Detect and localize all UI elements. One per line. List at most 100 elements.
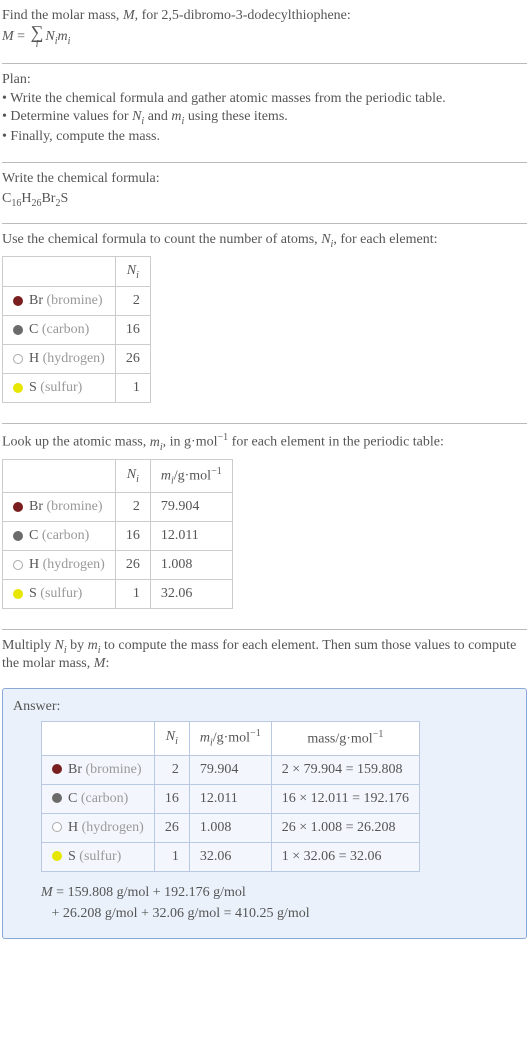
element-symbol: Br [68, 762, 82, 777]
table-row: Br (bromine)279.904 [3, 493, 233, 522]
cell-m: 1.008 [189, 813, 271, 842]
var-mi: mi [88, 638, 101, 653]
cell-n: 16 [115, 316, 150, 345]
element-swatch-icon [13, 354, 23, 364]
intro-section: Find the molar mass, M, for 2,5-dibromo-… [2, 4, 527, 59]
element-symbol: H [29, 557, 39, 572]
cell-m: 32.06 [189, 842, 271, 871]
table-row: Br (bromine)2 [3, 287, 151, 316]
element-swatch-icon [52, 764, 62, 774]
table-row: S (sulfur)132.06 [3, 580, 233, 609]
col-Ni: Ni [154, 722, 189, 755]
table-row: Br (bromine)279.9042 × 79.904 = 159.808 [42, 755, 420, 784]
element-name: (sulfur) [40, 380, 82, 395]
element-name: (hydrogen) [43, 557, 105, 572]
col-mi: mi/g·mol−1 [189, 722, 271, 755]
divider [2, 629, 527, 630]
table-row: H (hydrogen)261.008 [3, 551, 233, 580]
masses-section: Look up the atomic mass, mi, in g·mol−1 … [2, 428, 527, 625]
cell-m: 79.904 [150, 493, 232, 522]
table-row: C (carbon)1612.01116 × 12.011 = 192.176 [42, 784, 420, 813]
col-element [3, 256, 116, 287]
element-name: (hydrogen) [43, 351, 105, 366]
cell-element: S (sulfur) [3, 580, 116, 609]
col-mi: mi/g·mol−1 [150, 459, 232, 492]
divider [2, 162, 527, 163]
cell-m: 12.011 [189, 784, 271, 813]
answer-box: Answer: Ni mi/g·mol−1 mass/g·mol−1 Br (b… [2, 688, 527, 938]
element-symbol: C [29, 322, 38, 337]
element-symbol: H [29, 351, 39, 366]
cell-n: 1 [115, 374, 150, 403]
col-mass: mass/g·mol−1 [271, 722, 419, 755]
cell-n: 26 [154, 813, 189, 842]
cell-m: 79.904 [189, 755, 271, 784]
var-Ni: Ni [55, 638, 67, 653]
cell-element: H (hydrogen) [3, 551, 116, 580]
element-swatch-icon [52, 793, 62, 803]
count-table: Ni Br (bromine)2C (carbon)16H (hydrogen)… [2, 256, 151, 404]
cell-calc: 16 × 12.011 = 192.176 [271, 784, 419, 813]
cell-element: H (hydrogen) [3, 345, 116, 374]
divider [2, 423, 527, 424]
element-symbol: H [68, 820, 78, 835]
table-header-row: Ni mi/g·mol−1 mass/g·mol−1 [42, 722, 420, 755]
element-swatch-icon [13, 325, 23, 335]
cell-n: 26 [115, 551, 150, 580]
plan-title: Plan: [2, 72, 527, 88]
table-header-row: Ni [3, 256, 151, 287]
table-row: C (carbon)16 [3, 316, 151, 345]
var-mi: mi [171, 109, 184, 124]
element-name: (bromine) [47, 293, 103, 308]
table-row: C (carbon)1612.011 [3, 522, 233, 551]
answer-label: Answer: [13, 699, 516, 715]
cell-element: C (carbon) [42, 784, 155, 813]
cell-element: H (hydrogen) [42, 813, 155, 842]
element-symbol: Br [29, 293, 43, 308]
element-symbol: S [29, 380, 37, 395]
table-header-row: Ni mi/g·mol−1 [3, 459, 233, 492]
cell-element: C (carbon) [3, 316, 116, 345]
element-swatch-icon [13, 560, 23, 570]
cell-calc: 2 × 79.904 = 159.808 [271, 755, 419, 784]
table-row: S (sulfur)132.061 × 32.06 = 32.06 [42, 842, 420, 871]
masses-table: Ni mi/g·mol−1 Br (bromine)279.904C (carb… [2, 459, 233, 609]
element-swatch-icon [52, 851, 62, 861]
element-name: (hydrogen) [82, 820, 144, 835]
element-name: (bromine) [47, 499, 103, 514]
answer-table: Ni mi/g·mol−1 mass/g·mol−1 Br (bromine)2… [41, 721, 420, 871]
cell-n: 2 [154, 755, 189, 784]
cell-element: C (carbon) [3, 522, 116, 551]
element-name: (sulfur) [40, 586, 82, 601]
cell-n: 2 [115, 287, 150, 316]
masses-title: Look up the atomic mass, mi, in g·mol−1 … [2, 432, 527, 452]
element-name: (carbon) [42, 528, 89, 543]
element-name: (carbon) [42, 322, 89, 337]
col-Ni: Ni [115, 459, 150, 492]
element-swatch-icon [13, 531, 23, 541]
cell-m: 12.011 [150, 522, 232, 551]
cell-element: Br (bromine) [42, 755, 155, 784]
col-element [3, 459, 116, 492]
cell-element: Br (bromine) [3, 493, 116, 522]
sigma-icon: ∑i [31, 24, 44, 49]
plan-item: • Finally, compute the mass. [2, 128, 527, 146]
var-mi: mi [150, 435, 163, 450]
cell-element: Br (bromine) [3, 287, 116, 316]
element-name: (carbon) [81, 791, 128, 806]
intro-equation: M = ∑iNimi [2, 24, 527, 49]
element-swatch-icon [13, 296, 23, 306]
cell-n: 1 [154, 842, 189, 871]
cell-n: 26 [115, 345, 150, 374]
element-swatch-icon [52, 822, 62, 832]
eq-term: Nimi [45, 29, 70, 44]
cell-n: 16 [154, 784, 189, 813]
element-symbol: C [68, 791, 77, 806]
element-symbol: Br [29, 499, 43, 514]
cell-calc: 1 × 32.06 = 32.06 [271, 842, 419, 871]
element-name: (sulfur) [79, 849, 121, 864]
cell-m: 32.06 [150, 580, 232, 609]
plan-section: Plan: • Write the chemical formula and g… [2, 68, 527, 158]
formula-title: Write the chemical formula: [2, 171, 527, 187]
divider [2, 63, 527, 64]
